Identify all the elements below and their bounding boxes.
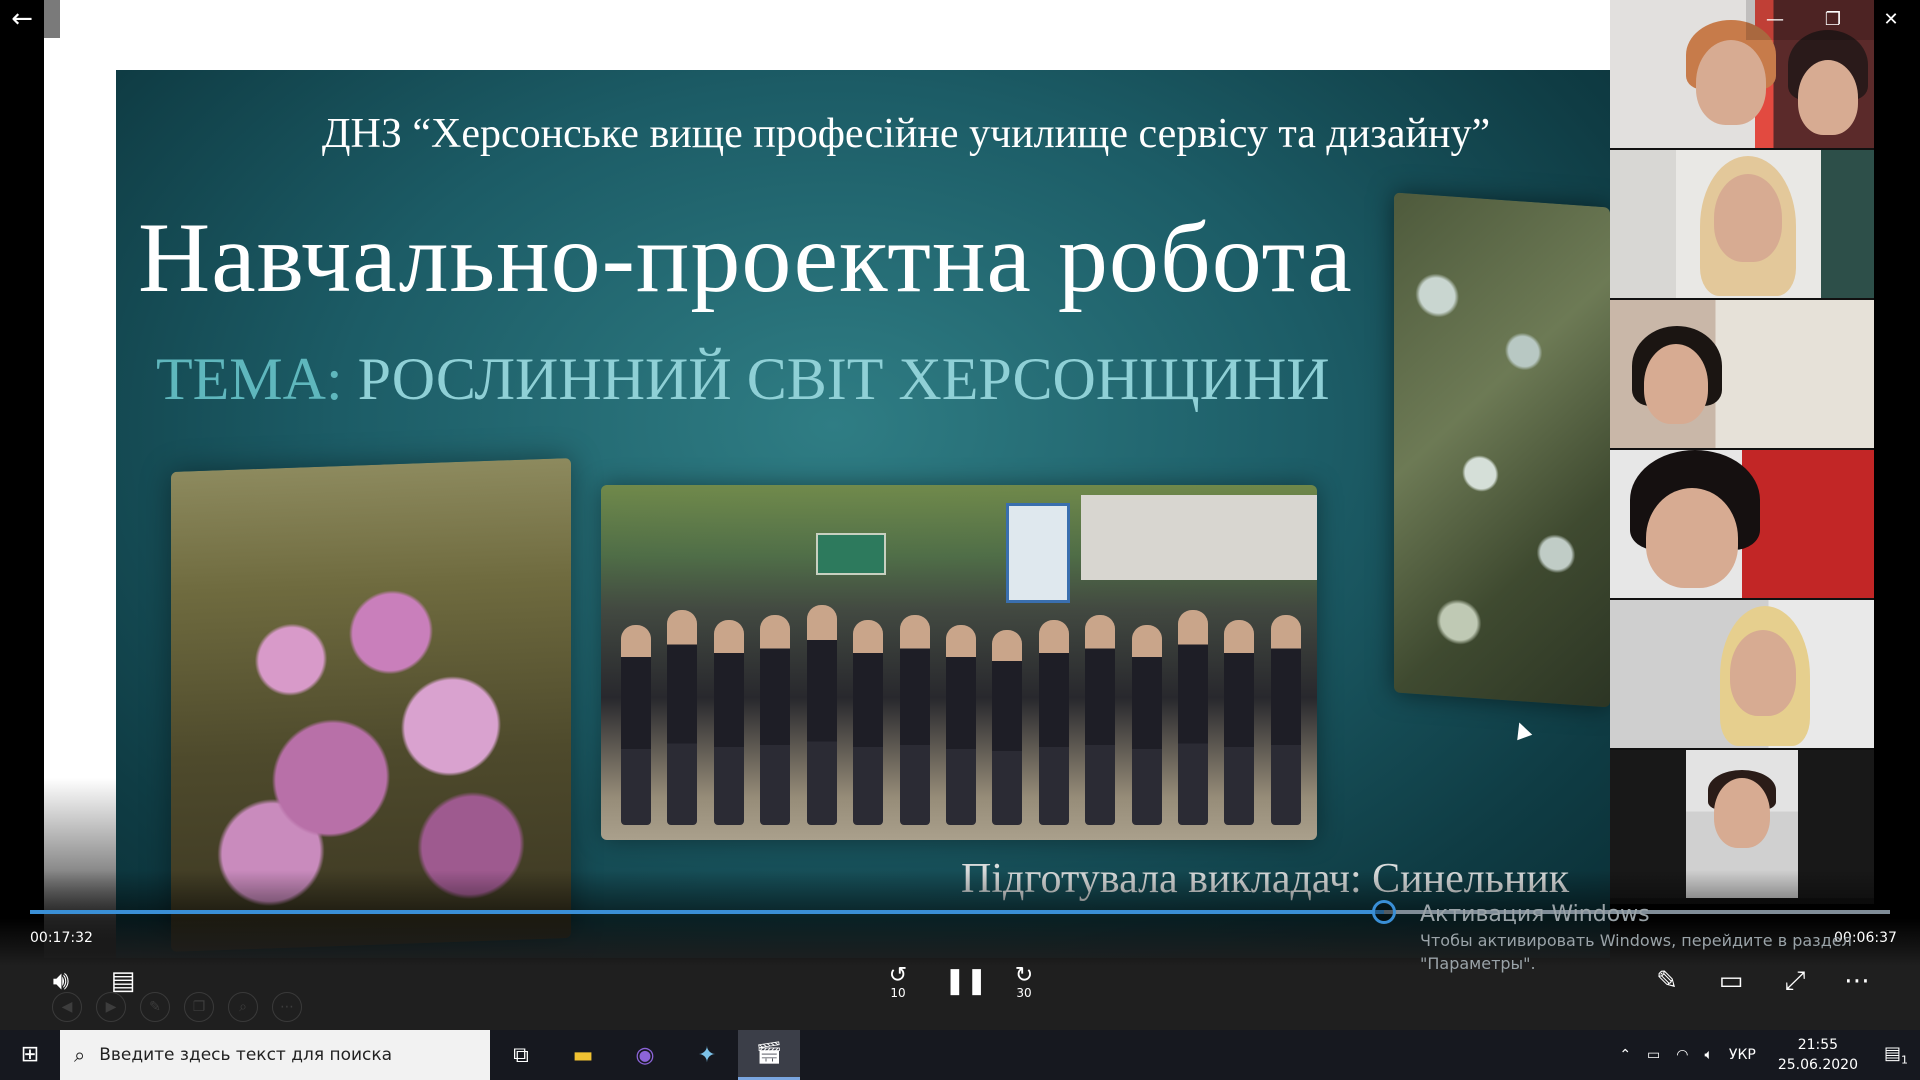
participant-face [1644,344,1708,424]
task-view-icon[interactable]: ⧉ [490,1030,552,1080]
participant-video[interactable] [1610,450,1874,598]
person [1085,615,1116,825]
seek-bar-progress [30,910,1385,914]
search-placeholder: Введите здесь текст для поиска [99,1045,393,1065]
participant-face [1696,40,1766,125]
person [1224,620,1255,825]
slide-topic: ТЕМА: РОСЛИННИЙ СВІТ ХЕРСОНЩИНИ [156,345,1330,414]
person [621,625,651,825]
restore-icon[interactable]: ❐ [1804,0,1862,40]
chevron-up-icon[interactable]: ⌃ [1611,1047,1639,1063]
wifi-icon[interactable]: ◠ [1668,1047,1696,1063]
video-player-icon[interactable]: 🎬︎ [738,1030,800,1080]
participant-face [1714,778,1770,848]
file-explorer-icon[interactable]: ▬ [552,1030,614,1080]
person [1038,620,1069,825]
juniper-photo [1394,192,1610,708]
presentation-slide: ДНЗ “Херсонське вище професійне училище … [116,70,1610,958]
copy-icon: ❐ [184,992,214,1022]
building-roof [1081,495,1317,580]
person [992,630,1023,825]
person [713,620,744,825]
notifications-icon[interactable]: ▤1 [1872,1043,1920,1067]
minimize-icon[interactable]: — [1746,0,1804,40]
person [853,620,884,825]
person [945,625,976,825]
windows-start-icon[interactable]: ⊞ [0,1030,60,1080]
right-edge [1874,40,1920,904]
person [667,610,698,825]
language-indicator[interactable]: УКР [1721,1047,1764,1063]
more-icon: ⋯ [272,992,302,1022]
topic-label: ТЕМА: [156,346,358,412]
taskbar-search-box[interactable]: ⌕ Введите здесь текст для поиска [60,1030,490,1080]
topic-value: РОСЛИННИЙ СВІТ ХЕРСОНЩИНИ [357,346,1330,412]
screen: ← ДНЗ “Херсонське вище професійне училищ… [0,0,1920,1080]
draw-icon: ✎ [140,992,170,1022]
participant-face [1714,174,1782,262]
participant-face [1730,630,1796,716]
pause-icon[interactable]: ❚❚ [944,966,988,996]
person [806,605,837,825]
paint-icon[interactable]: ✦ [676,1030,738,1080]
group-of-people [621,585,1301,825]
clock[interactable]: 21:55 25.06.2020 [1764,1035,1872,1075]
slide-top-margin [44,0,1610,70]
person [1131,625,1162,825]
building-sign [816,533,886,575]
close-icon[interactable]: ✕ [1862,0,1920,40]
viber-icon[interactable]: ◉ [614,1030,676,1080]
next-icon: ▶ [96,992,126,1022]
org-title: ДНЗ “Херсонське вище професійне училище … [321,111,1491,157]
seek-bar-thumb[interactable] [1372,900,1397,924]
system-tray: ⌃ ▭ ◠ 🔈︎ УКР 21:55 25.06.2020 ▤1 [1611,1030,1920,1080]
slide-main-title: Навчально-проектна робота [138,202,1353,313]
volume-tray-icon[interactable]: 🔈︎ [1697,1047,1721,1063]
search-icon: ⌕ [74,1043,86,1067]
faded-toolbar: ◀ ▶ ✎ ❐ ⌕ ⋯ [52,992,302,1022]
person [1178,610,1209,825]
time-elapsed: 00:17:32 [30,930,93,946]
battery-icon[interactable]: ▭ [1639,1047,1668,1063]
taskbar: ⊞ ⌕ Введите здесь текст для поиска ⧉ ▬ ◉… [0,1030,1920,1080]
slide-left-margin [44,70,116,958]
participant-video[interactable] [1610,300,1874,448]
rewind-icon: ↺ [888,963,908,988]
participant-video[interactable] [1610,150,1874,298]
participant-video[interactable] [1610,600,1874,748]
windows-activation-watermark: Активация Windows Чтобы активировать Win… [1420,902,1852,973]
group-photo [601,485,1317,840]
prev-icon: ◀ [52,992,82,1022]
participant-face [1646,488,1738,588]
participants-panel [1610,0,1874,904]
person [760,615,791,825]
participant-face [1798,60,1858,135]
zoom-icon: ⌕ [228,992,258,1022]
back-arrow-icon[interactable]: ← [0,0,44,40]
skip-forward-button[interactable]: ↻ 30 [1006,963,1042,1001]
window-controls: — ❐ ✕ [1746,0,1920,40]
skip-back-button[interactable]: ↺ 10 [880,963,916,1001]
forward-icon: ↻ [1014,963,1034,988]
person [899,615,930,825]
left-edge-bar [44,0,60,38]
person [1270,615,1301,825]
